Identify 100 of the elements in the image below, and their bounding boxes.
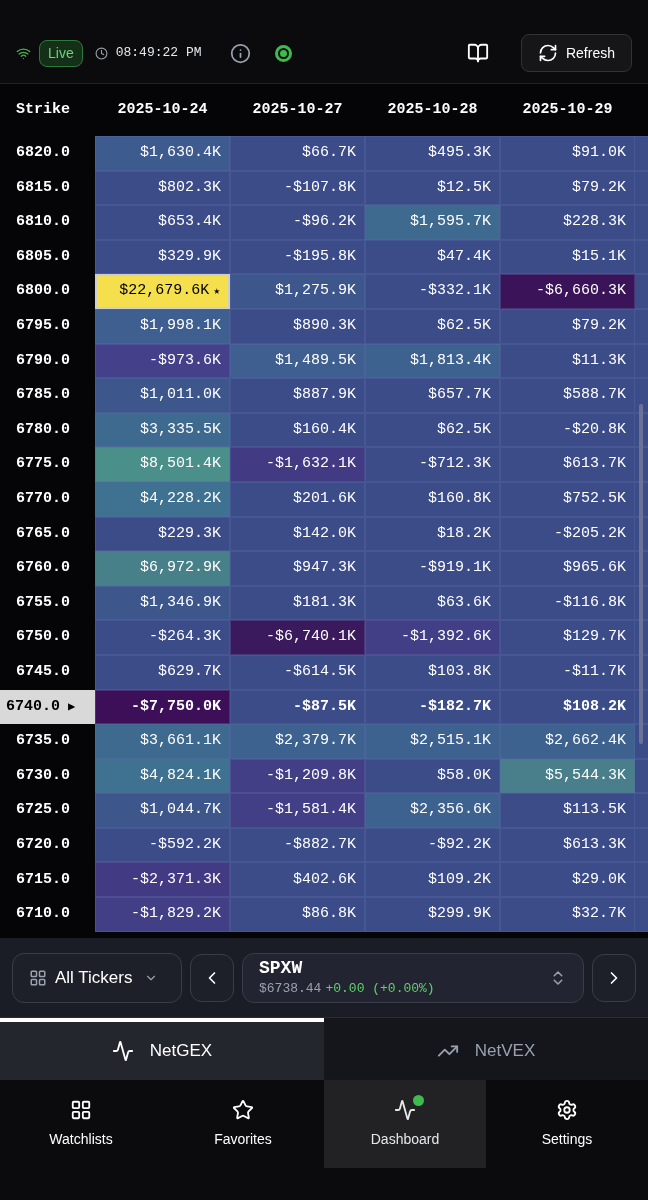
value-cell: -$92.2K (365, 827, 500, 863)
value-cell: $8,501.4K (95, 447, 230, 482)
value-cell: $1,595.7K (365, 205, 500, 240)
value-cell: -$1,209.8K (230, 758, 365, 794)
value-cell: $1,275.9K (230, 274, 365, 309)
column-header: 2025-10-29 (521, 99, 614, 120)
value-cell: $613.3K (500, 827, 635, 863)
value-cell: $63.6K (365, 585, 500, 621)
next-button[interactable] (592, 953, 636, 1002)
value-cell: -$182.7K (365, 689, 500, 725)
value-cell: -$6,740.1K (230, 620, 365, 655)
previous-button[interactable] (190, 953, 234, 1002)
partial-cell (635, 239, 648, 275)
value-cell: $1,011.0K (95, 378, 230, 413)
live-badge: Live (39, 39, 83, 67)
value-cell: $18.2K (365, 516, 500, 552)
value-cell: $1,044.7K (95, 793, 230, 828)
value-cell: $887.9K (230, 378, 365, 413)
ticker-symbol: SPXW (259, 956, 304, 979)
refresh-button[interactable]: Refresh (520, 34, 632, 72)
book-icon[interactable] (466, 42, 489, 64)
value-cell: $228.3K (500, 205, 635, 240)
value-cell: $3,661.1K (95, 724, 230, 759)
value-cell: $91.0K (500, 136, 635, 171)
value-cell: -$195.8K (230, 239, 365, 275)
ticker-filter-dropdown[interactable]: All Tickers (12, 952, 182, 1003)
value-cell: -$6,660.3K (500, 274, 635, 309)
nav-tab[interactable]: Favorites (162, 1080, 324, 1168)
value-cell: -$2,371.3K (95, 862, 230, 898)
grid-icon (29, 968, 47, 987)
scrollbar[interactable] (639, 404, 643, 744)
pulse-icon (394, 1098, 416, 1121)
value-cell: -$1,632.1K (230, 447, 365, 482)
value-cell: $32.7K (500, 897, 635, 932)
value-cell: -$87.5K (230, 689, 365, 725)
partial-cell (635, 136, 648, 171)
value-cell: $2,662.4K (500, 724, 635, 759)
value-cell: $4,824.1K (95, 758, 230, 794)
value-cell: $62.5K (365, 412, 500, 448)
value-cell: $6,972.9K (95, 551, 230, 586)
value-cell: $12.5K (365, 170, 500, 206)
value-cell: $181.3K (230, 585, 365, 621)
value-cell: $22,679.6K ★ (95, 274, 230, 309)
value-cell: $11.3K (500, 343, 635, 379)
info-icon[interactable] (229, 42, 251, 64)
value-cell: $588.7K (500, 378, 635, 413)
star-icon (232, 1098, 254, 1121)
value-cell: $79.2K (500, 308, 635, 344)
nav-tab[interactable]: Watchlists (0, 1080, 162, 1168)
value-cell: $160.4K (230, 412, 365, 448)
value-cell: $1,630.4K (95, 136, 230, 171)
value-cell: $108.2K (500, 689, 635, 725)
strike-cell: 6740.0 ▶ (0, 689, 95, 725)
value-cell: $58.0K (365, 758, 500, 794)
value-cell: $299.9K (365, 897, 500, 932)
value-cell: $965.6K (500, 551, 635, 586)
wifi-icon (16, 45, 31, 61)
partial-cell (635, 274, 648, 309)
value-cell: -$973.6K (95, 343, 230, 379)
pulse-icon (111, 1040, 134, 1062)
value-cell: $2,356.6K (365, 793, 500, 828)
value-cell: $657.7K (365, 378, 500, 413)
grid-icon (70, 1098, 92, 1121)
settings-icon (556, 1098, 578, 1121)
partial-cell (635, 378, 648, 413)
value-cell: $79.2K (500, 170, 635, 206)
column-header: Strike (15, 99, 71, 120)
nav-tab[interactable]: Dashboard (324, 1080, 486, 1168)
partial-cell (635, 897, 648, 932)
ticker-price: $6738.44 (259, 979, 322, 998)
value-cell: -$332.1K (365, 274, 500, 309)
view-tab[interactable]: NetGEX (0, 1018, 324, 1080)
partial-cell (635, 793, 648, 828)
value-cell: $113.5K (500, 793, 635, 828)
value-cell: $109.2K (365, 862, 500, 898)
value-cell: $62.5K (365, 308, 500, 344)
value-cell: $142.0K (230, 516, 365, 552)
value-cell: $15.1K (500, 239, 635, 275)
value-cell: -$712.3K (365, 447, 500, 482)
value-cell: -$264.3K (95, 620, 230, 655)
value-cell: -$107.8K (230, 170, 365, 206)
value-cell: $129.7K (500, 620, 635, 655)
value-cell: -$20.8K (500, 412, 635, 448)
value-cell: -$205.2K (500, 516, 635, 552)
clock-icon (94, 46, 108, 60)
ticker-selector[interactable]: SPXW $6738.44 +0.00 (+0.00%) (242, 952, 584, 1003)
partial-cell (635, 758, 648, 794)
value-cell: $1,489.5K (230, 343, 365, 379)
value-cell: $752.5K (500, 481, 635, 517)
value-cell: $103.8K (365, 654, 500, 690)
value-cell: $1,813.4K (365, 343, 500, 379)
value-cell: -$7,750.0K (95, 689, 230, 725)
value-cell: $29.0K (500, 862, 635, 898)
view-tab[interactable]: NetVEX (324, 1018, 648, 1080)
partial-cell (635, 308, 648, 344)
value-cell: $890.3K (230, 308, 365, 344)
nav-tab[interactable]: Settings (486, 1080, 648, 1168)
value-cell: -$614.5K (230, 654, 365, 690)
column-header: 2025-10-27 (251, 99, 344, 120)
value-cell: $613.7K (500, 447, 635, 482)
